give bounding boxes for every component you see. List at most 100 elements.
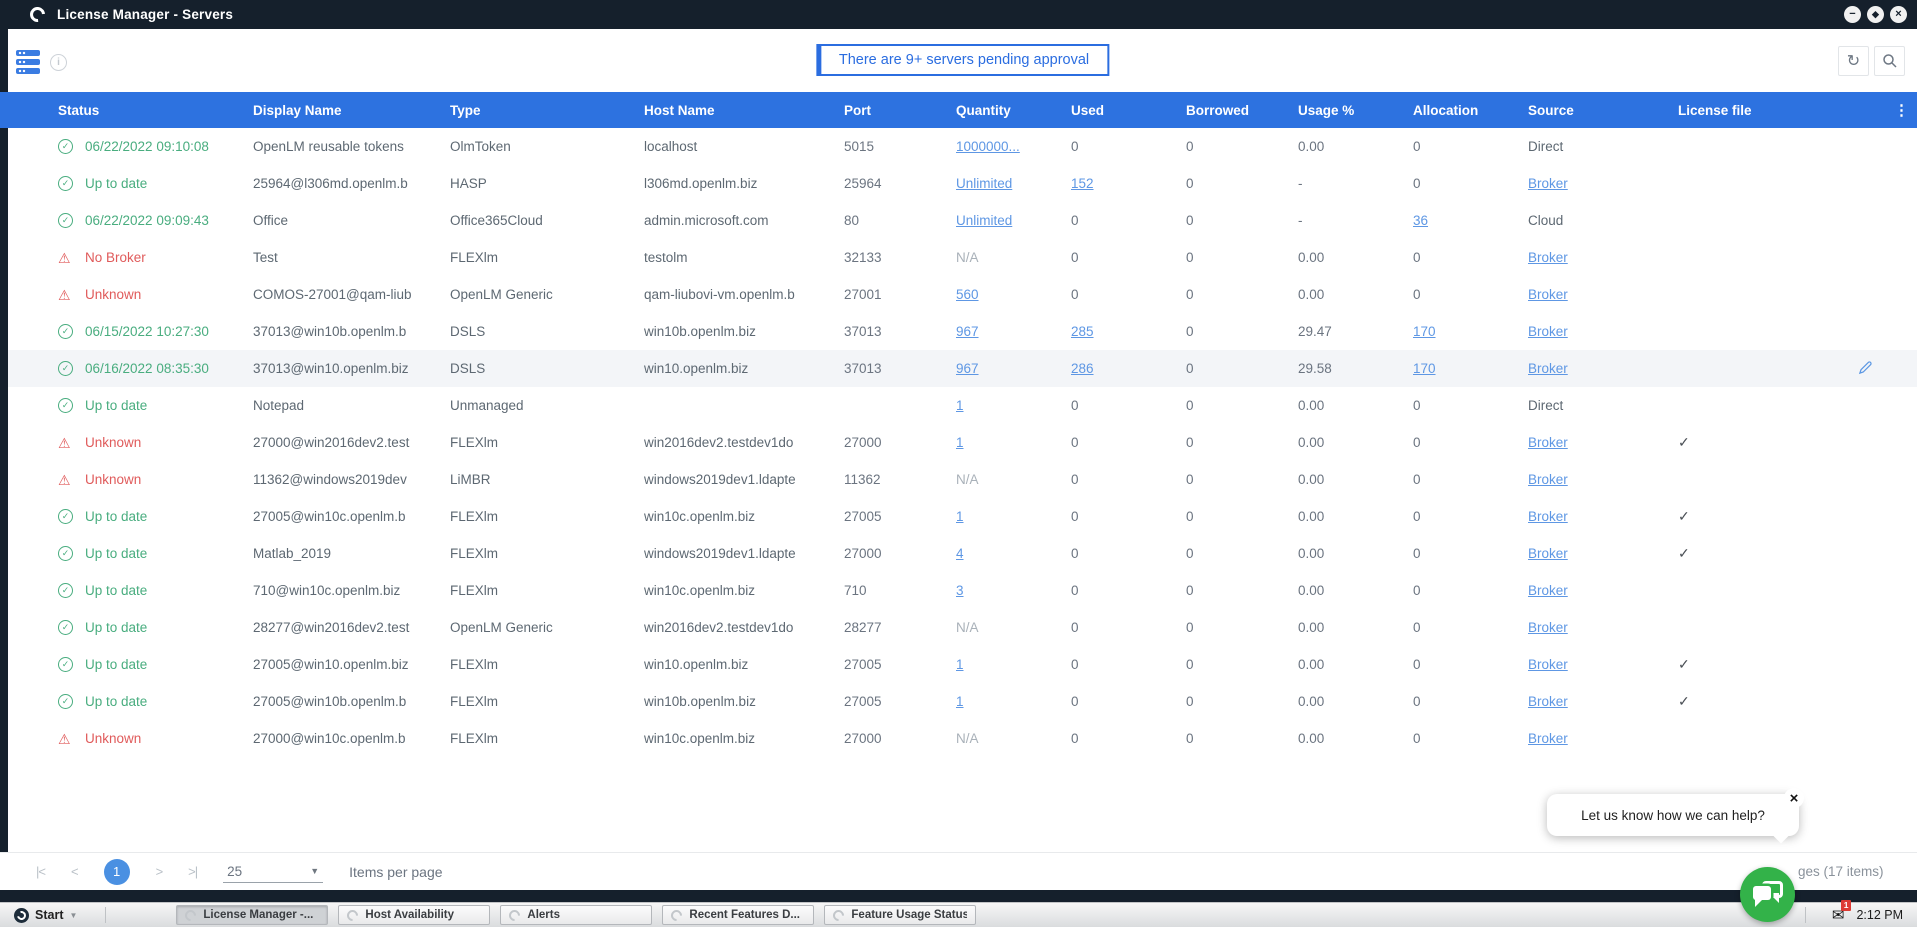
- page-size-select[interactable]: 25 ▼: [223, 861, 323, 883]
- cell-source-link[interactable]: Broker: [1528, 176, 1678, 191]
- table-row[interactable]: ✓Up to dateMatlab_2019FLEXlmwindows2019d…: [0, 535, 1917, 572]
- table-row[interactable]: ✓06/15/2022 10:27:3037013@win10b.openlm.…: [0, 313, 1917, 350]
- cell-allocation-link[interactable]: 170: [1413, 324, 1528, 339]
- table-row[interactable]: ✓Up to date28277@win2016dev2.testOpenLM …: [0, 609, 1917, 646]
- status-icon-cell: ✓: [58, 176, 85, 191]
- cell-borrowed: 0: [1186, 657, 1298, 672]
- cell-source-link[interactable]: Broker: [1528, 250, 1678, 265]
- cell-source-link[interactable]: Broker: [1528, 324, 1678, 339]
- taskbar-item-license-manager[interactable]: License Manager -...: [176, 905, 328, 925]
- next-page-button[interactable]: >: [156, 864, 163, 879]
- table-row[interactable]: ⚠Unknown11362@windows2019devLiMBRwindows…: [0, 461, 1917, 498]
- cell-quantity-link[interactable]: 1: [956, 435, 1071, 450]
- minimize-button[interactable]: −: [1844, 6, 1861, 23]
- table-row[interactable]: ✓06/16/2022 08:35:3037013@win10.openlm.b…: [0, 350, 1917, 387]
- cell-source-link[interactable]: Broker: [1528, 657, 1678, 672]
- cell-source-link[interactable]: Broker: [1528, 694, 1678, 709]
- table-row[interactable]: ⚠Unknown27000@win2016dev2.testFLEXlmwin2…: [0, 424, 1917, 461]
- cell-source-link[interactable]: Broker: [1528, 731, 1678, 746]
- column-header-port[interactable]: Port: [844, 103, 956, 118]
- status-ok-icon: ✓: [58, 213, 73, 228]
- column-header-type[interactable]: Type: [450, 103, 644, 118]
- table-row[interactable]: ✓Up to date27005@win10b.openlm.bFLEXlmwi…: [0, 683, 1917, 720]
- close-button[interactable]: ×: [1890, 6, 1907, 23]
- column-header-status[interactable]: Status: [58, 103, 253, 118]
- cell-allocation-link[interactable]: 170: [1413, 361, 1528, 376]
- last-page-button[interactable]: >|: [188, 864, 197, 879]
- prev-page-button[interactable]: <: [71, 864, 78, 879]
- column-menu-icon[interactable]: ⋮: [1894, 101, 1909, 119]
- cell-quantity-link[interactable]: 1: [956, 509, 1071, 524]
- refresh-button[interactable]: ↻: [1838, 46, 1869, 76]
- cell-host-name: win2016dev2.testdev1do: [644, 620, 844, 635]
- column-header-borrowed[interactable]: Borrowed: [1186, 103, 1298, 118]
- info-icon[interactable]: i: [50, 54, 67, 71]
- edit-pencil-icon[interactable]: [1858, 360, 1873, 378]
- chat-button[interactable]: [1740, 867, 1795, 922]
- table-row[interactable]: ✓Up to date25964@l306md.openlm.bHASPl306…: [0, 165, 1917, 202]
- table-row[interactable]: ⚠UnknownCOMOS-27001@qam-liubOpenLM Gener…: [0, 276, 1917, 313]
- cell-quantity-link[interactable]: 1: [956, 657, 1071, 672]
- column-header-license-file[interactable]: License file: [1678, 103, 1858, 118]
- window-title: License Manager - Servers: [57, 7, 233, 22]
- table-row[interactable]: ✓Up to date27005@win10.openlm.bizFLEXlmw…: [0, 646, 1917, 683]
- column-header-used[interactable]: Used: [1071, 103, 1186, 118]
- column-header-allocation[interactable]: Allocation: [1413, 103, 1528, 118]
- column-header-host-name[interactable]: Host Name: [644, 103, 844, 118]
- cell-quantity: N/A: [956, 620, 1071, 635]
- table-row[interactable]: ⚠Unknown27000@win10c.openlm.bFLEXlmwin10…: [0, 720, 1917, 757]
- cell-source-link[interactable]: Broker: [1528, 546, 1678, 561]
- table-row[interactable]: ✓06/22/2022 09:10:08OpenLM reusable toke…: [0, 128, 1917, 165]
- cell-used: 0: [1071, 213, 1186, 228]
- cell-used-link[interactable]: 152: [1071, 176, 1186, 191]
- cell-used-link[interactable]: 285: [1071, 324, 1186, 339]
- current-page-button[interactable]: 1: [104, 859, 130, 885]
- table-row[interactable]: ✓Up to dateNotepadUnmanaged1000.000Direc…: [0, 387, 1917, 424]
- column-header-usage[interactable]: Usage %: [1298, 103, 1413, 118]
- cell-source-link[interactable]: Broker: [1528, 509, 1678, 524]
- window-controls: − ◆ ×: [1844, 6, 1907, 23]
- chat-tooltip-close-icon[interactable]: ×: [1784, 788, 1804, 808]
- mail-icon[interactable]: ✉ 1: [1832, 906, 1845, 924]
- column-header-source[interactable]: Source: [1528, 103, 1678, 118]
- cell-quantity-link[interactable]: 1: [956, 398, 1071, 413]
- cell-quantity-link[interactable]: 560: [956, 287, 1071, 302]
- cell-quantity-link[interactable]: 967: [956, 361, 1071, 376]
- start-button[interactable]: Start ▼: [14, 908, 77, 923]
- cell-source-link[interactable]: Broker: [1528, 435, 1678, 450]
- cell-quantity-link[interactable]: 1: [956, 694, 1071, 709]
- cell-source-link[interactable]: Broker: [1528, 287, 1678, 302]
- cell-allocation-link[interactable]: 36: [1413, 213, 1528, 228]
- table-row[interactable]: ✓Up to date710@win10c.openlm.bizFLEXlmwi…: [0, 572, 1917, 609]
- cell-quantity-link[interactable]: 1000000...: [956, 139, 1071, 154]
- cell-usage-percent: 0.00: [1298, 435, 1413, 450]
- maximize-button[interactable]: ◆: [1867, 6, 1884, 23]
- cell-quantity-link[interactable]: Unlimited: [956, 176, 1071, 191]
- cell-source-link[interactable]: Broker: [1528, 583, 1678, 598]
- cell-used-link[interactable]: 286: [1071, 361, 1186, 376]
- cell-quantity-link[interactable]: 3: [956, 583, 1071, 598]
- taskbar-item-host-availability[interactable]: Host Availability: [338, 905, 490, 925]
- cell-source-link[interactable]: Broker: [1528, 620, 1678, 635]
- taskbar-item-alerts[interactable]: Alerts: [500, 905, 652, 925]
- table-row[interactable]: ⚠No BrokerTestFLEXlmtestolm32133N/A000.0…: [0, 239, 1917, 276]
- first-page-button[interactable]: |<: [36, 864, 45, 879]
- cell-quantity-link[interactable]: 967: [956, 324, 1071, 339]
- cell-source-link[interactable]: Broker: [1528, 361, 1678, 376]
- servers-icon[interactable]: [16, 50, 40, 74]
- cell-source-link[interactable]: Broker: [1528, 472, 1678, 487]
- cell-quantity-link[interactable]: Unlimited: [956, 213, 1071, 228]
- taskbar-item-recent-features-d[interactable]: Recent Features D...: [662, 905, 814, 925]
- table-row[interactable]: ✓06/22/2022 09:09:43OfficeOffice365Cloud…: [0, 202, 1917, 239]
- taskbar-item-feature-usage-status[interactable]: Feature Usage Status: [824, 905, 976, 925]
- cell-quantity-link[interactable]: 4: [956, 546, 1071, 561]
- column-header-display-name[interactable]: Display Name: [253, 103, 450, 118]
- cell-allocation: 0: [1413, 139, 1528, 154]
- search-button[interactable]: [1874, 46, 1905, 76]
- cell-port: 5015: [844, 139, 956, 154]
- pending-approval-banner[interactable]: There are 9+ servers pending approval: [816, 44, 1109, 76]
- table-row[interactable]: ✓Up to date27005@win10c.openlm.bFLEXlmwi…: [0, 498, 1917, 535]
- column-header-quantity[interactable]: Quantity: [956, 103, 1071, 118]
- cell-host-name: win10.openlm.biz: [644, 657, 844, 672]
- status-ok-icon: ✓: [58, 583, 73, 598]
